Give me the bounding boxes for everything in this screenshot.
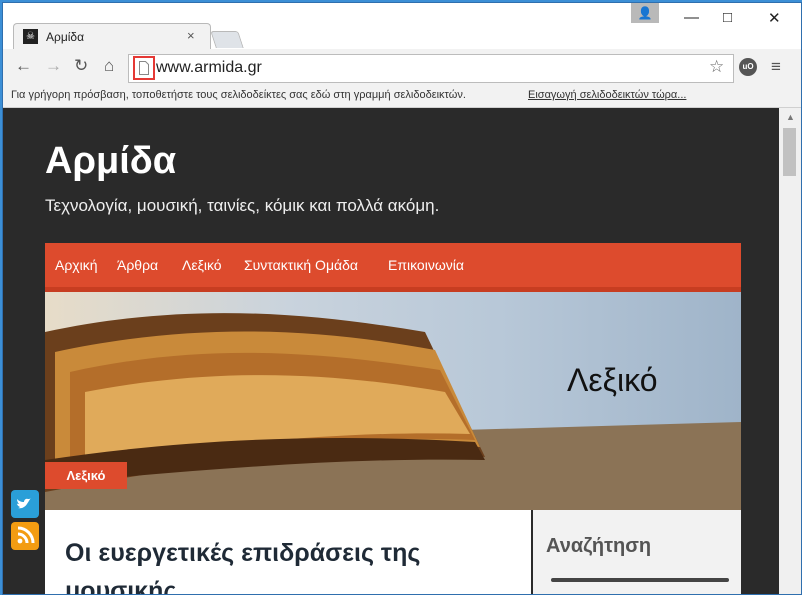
address-bar[interactable]: www.armida.gr ☆ <box>128 54 734 83</box>
rss-icon <box>17 526 35 544</box>
browser-tab[interactable]: ☠ Αρμίδα × <box>13 23 211 50</box>
page-icon[interactable] <box>133 56 155 80</box>
profile-button[interactable]: 👤 <box>631 3 659 23</box>
article-title[interactable]: Οι ευεργετικές επιδράσεις της μουσικής <box>65 534 505 594</box>
maximize-button[interactable]: □ <box>723 9 732 26</box>
scroll-thumb[interactable] <box>783 128 796 176</box>
bookmarks-hint: Για γρήγορη πρόσβαση, τοποθετήστε τους σ… <box>11 89 466 101</box>
tab-title: Αρμίδα <box>46 30 85 44</box>
star-icon[interactable]: ☆ <box>709 57 724 77</box>
bookmarks-bar: Για γρήγορη πρόσβαση, τοποθετήστε τους σ… <box>3 85 801 108</box>
category-badge[interactable]: Λεξικό <box>45 462 127 489</box>
ublock-icon[interactable]: uO <box>739 58 757 76</box>
nav-editorial-team[interactable]: Συντακτική Ομάδα <box>244 257 358 273</box>
minimize-button[interactable]: — <box>684 9 699 26</box>
twitter-button[interactable] <box>11 490 39 518</box>
twitter-icon <box>17 498 31 509</box>
site-tagline: Τεχνολογία, μουσική, ταινίες, κόμικ και … <box>45 196 440 215</box>
import-bookmarks-link[interactable]: Εισαγωγή σελιδοδεικτών τώρα... <box>528 89 686 101</box>
vertical-scrollbar[interactable]: ▲ <box>779 108 801 594</box>
page-content: Αρμίδα Τεχνολογία, μουσική, ταινίες, κόμ… <box>3 108 779 594</box>
close-window-button[interactable]: ✕ <box>768 9 781 27</box>
nav-dictionary[interactable]: Λεξικό <box>182 257 222 273</box>
site-favicon-icon: ☠ <box>23 29 38 44</box>
search-input[interactable] <box>551 578 729 582</box>
scroll-up-icon[interactable]: ▲ <box>786 112 795 122</box>
sidebar-title: Αναζήτηση <box>546 535 652 557</box>
title-bar: ☠ Αρμίδα × 👤 — □ ✕ <box>3 3 801 50</box>
book-illustration <box>45 313 741 510</box>
forward-button[interactable]: → <box>45 56 62 76</box>
new-tab-button[interactable] <box>210 31 244 48</box>
close-tab-icon[interactable]: × <box>187 28 195 43</box>
reload-button[interactable]: ↻ <box>74 56 88 76</box>
nav-articles[interactable]: Άρθρα <box>117 257 158 273</box>
nav-home[interactable]: Αρχική <box>55 257 98 273</box>
nav-contact[interactable]: Επικοινωνία <box>388 257 464 273</box>
sidebar: Αναζήτηση <box>533 510 741 594</box>
browser-toolbar: ← → ↻ ⌂ www.armida.gr ☆ uO ≡ <box>3 49 801 85</box>
url-text: www.armida.gr <box>156 59 262 76</box>
site-title[interactable]: Αρμίδα <box>45 140 176 183</box>
site-navigation: Αρχική Άρθρα Λεξικό Συντακτική Ομάδα Επι… <box>45 243 741 292</box>
hero-heading: Λεξικό <box>567 362 658 398</box>
browser-window: ☠ Αρμίδα × 👤 — □ ✕ ← → ↻ ⌂ www.armida.gr… <box>2 2 802 595</box>
back-button[interactable]: ← <box>15 56 32 76</box>
article-card: Οι ευεργετικές επιδράσεις της μουσικής <box>45 510 531 594</box>
hero-image[interactable]: Λεξικό Λεξικό <box>45 292 741 510</box>
menu-icon[interactable]: ≡ <box>771 57 781 77</box>
rss-button[interactable] <box>11 522 39 550</box>
home-button[interactable]: ⌂ <box>104 56 114 76</box>
